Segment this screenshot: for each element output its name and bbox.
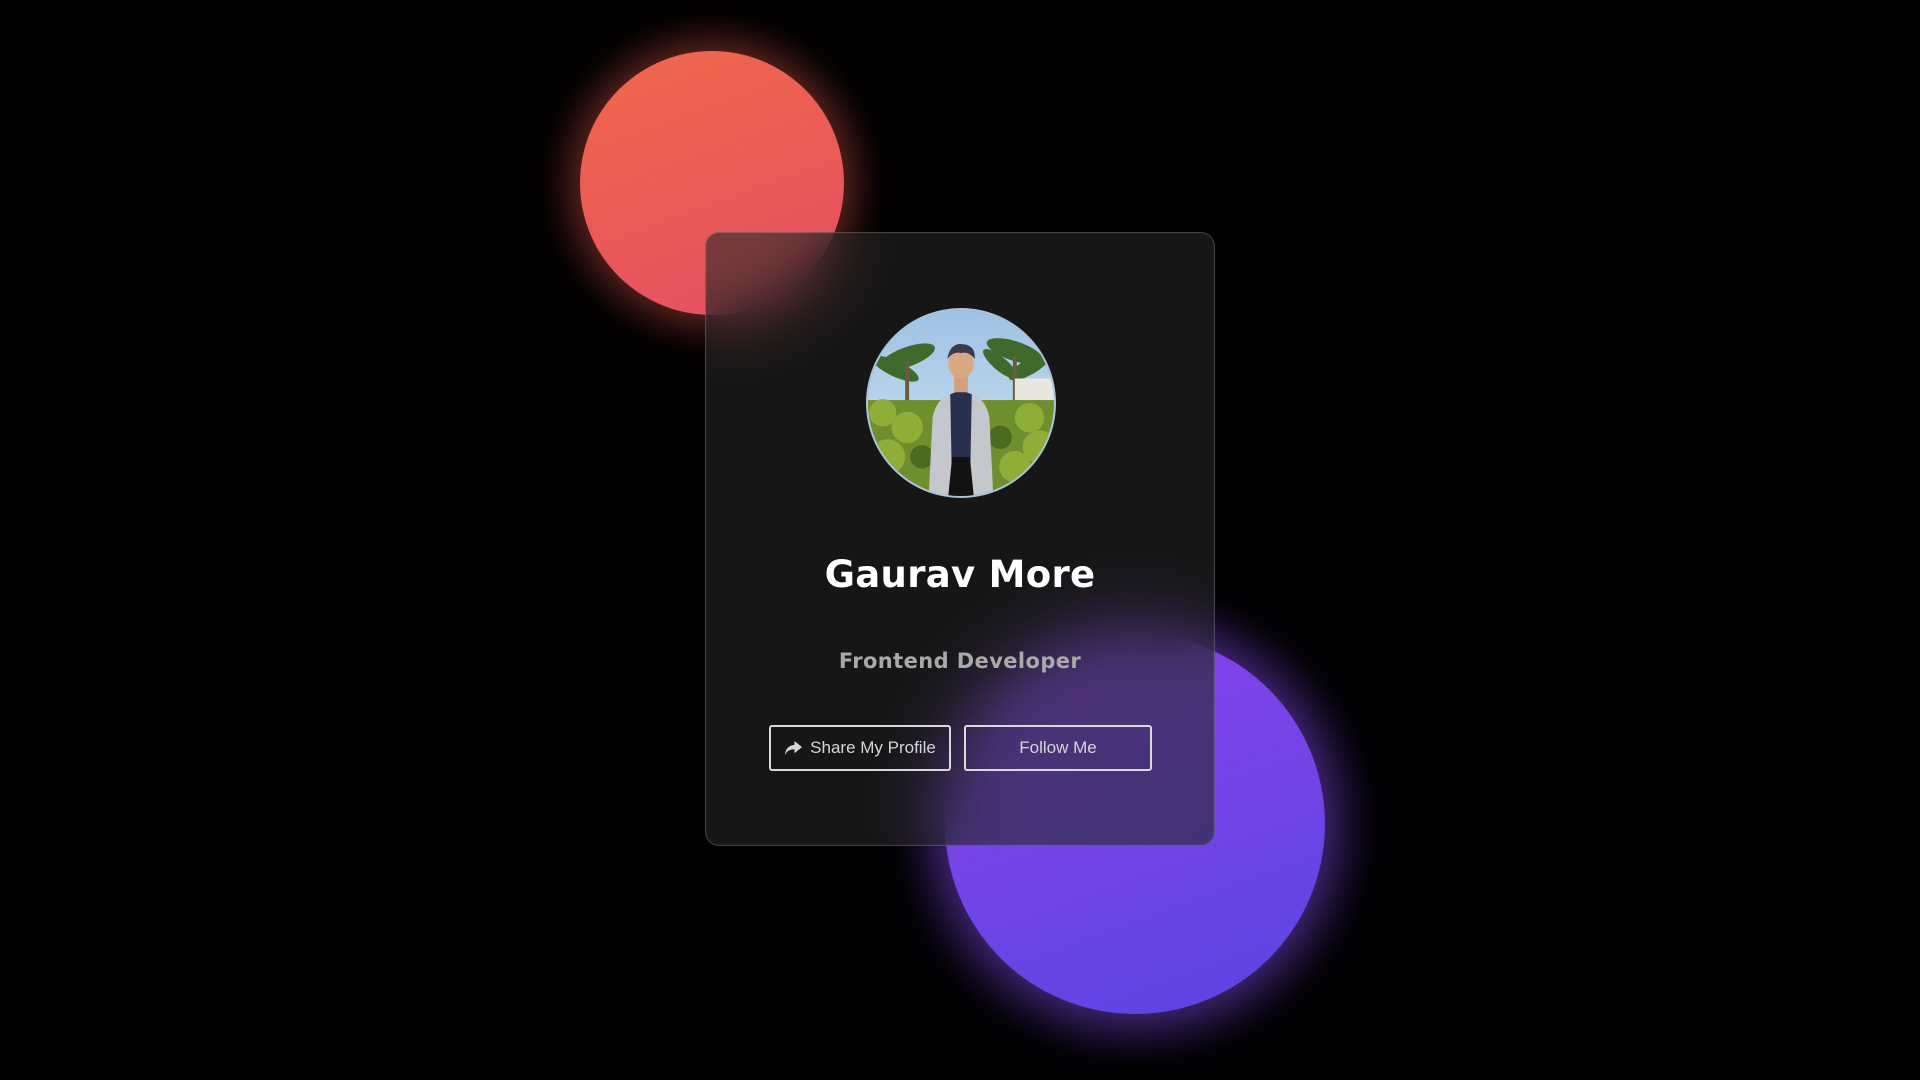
follow-button[interactable]: Follow Me <box>964 725 1152 771</box>
profile-photo <box>868 310 1054 496</box>
avatar <box>866 308 1056 498</box>
page-background: Gaurav More Frontend Developer Share My … <box>0 0 1920 1080</box>
share-profile-label: Share My Profile <box>810 738 936 757</box>
share-icon <box>784 740 803 757</box>
profile-role: Frontend Developer <box>838 649 1082 673</box>
follow-label: Follow Me <box>1019 738 1097 757</box>
share-profile-button[interactable]: Share My Profile <box>769 725 951 771</box>
profile-name: Gaurav More <box>824 553 1096 596</box>
profile-card: Gaurav More Frontend Developer Share My … <box>705 232 1215 846</box>
